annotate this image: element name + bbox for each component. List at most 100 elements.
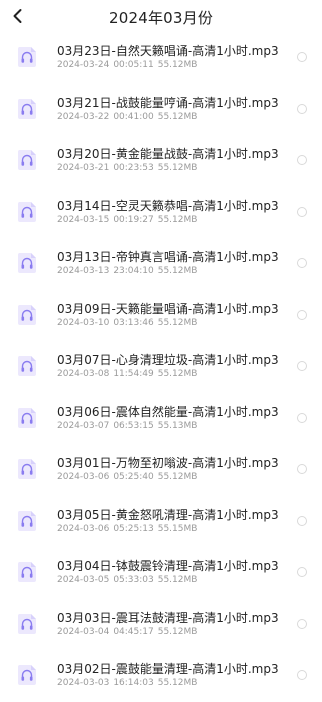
file-size: 55.12MB bbox=[157, 214, 198, 225]
file-date: 2024-03-06 bbox=[57, 472, 110, 482]
file-name: 03月07日-心身清理垃圾-高清1小时.mp3 bbox=[57, 353, 279, 367]
file-date: 2024-03-13 bbox=[57, 266, 110, 276]
file-name: 03月20日-黄金能量战鼓-高清1小时.mp3 bbox=[57, 147, 279, 161]
file-size: 55.13MB bbox=[157, 420, 198, 431]
file-name: 03月03日-震耳法鼓清理-高清1小时.mp3 bbox=[57, 610, 279, 625]
file-date: 2024-03-24 bbox=[57, 60, 110, 70]
file-meta: 2024-03-07 06:53:15 55.13MB bbox=[57, 421, 297, 431]
file-size: 55.12MB bbox=[157, 678, 198, 688]
file-duration: 00:41:00 bbox=[113, 111, 154, 122]
file-date: 2024-03-08 bbox=[57, 369, 110, 379]
file-size: 55.12MB bbox=[157, 111, 198, 122]
file-row[interactable]: 03月21日-战鼓能量哼诵-高清1小时.mp3 2024-03-22 00:41:0… bbox=[0, 84, 322, 136]
file-duration: 00:23:53 bbox=[113, 163, 154, 173]
file-name: 03月21日-战鼓能量哼诵-高清1小时.mp3 bbox=[57, 95, 279, 110]
file-duration: 11:54:49 bbox=[113, 369, 154, 379]
file-date: 2024-03-21 bbox=[57, 163, 110, 173]
select-radio[interactable] bbox=[297, 361, 307, 371]
file-name: 03月14日-空灵天籁恭唱-高清1小时.mp3 bbox=[57, 198, 279, 213]
file-duration: 06:53:15 bbox=[113, 420, 154, 431]
select-radio[interactable] bbox=[297, 567, 307, 577]
file-row[interactable]: 03月01日-万物至初嗡波-高清1小时.mp3 2024-03-06 05:25:4… bbox=[0, 444, 322, 496]
audio-file-icon bbox=[17, 510, 36, 531]
audio-file-icon bbox=[17, 665, 36, 685]
file-size: 55.12MB bbox=[157, 575, 198, 585]
file-list: 03月23日-自然天籁唱诵-高清1小时.mp3 2024-03-24 00:05:1… bbox=[0, 32, 322, 702]
file-meta: 2024-03-05 05:33:03 55.12MB bbox=[57, 575, 297, 585]
file-size: 55.12MB bbox=[157, 163, 198, 173]
audio-file-icon bbox=[17, 407, 36, 428]
file-date: 2024-03-15 bbox=[57, 214, 110, 225]
file-name: 03月02日-震鼓能量清理-高清1小时.mp3 bbox=[57, 662, 279, 676]
file-row[interactable]: 03月06日-震体自然能量-高清1小时.mp3 2024-03-07 06:53:1… bbox=[0, 393, 322, 445]
file-duration: 05:25:13 bbox=[113, 523, 154, 534]
audio-file-icon bbox=[17, 98, 36, 119]
file-duration: 00:05:11 bbox=[113, 60, 154, 70]
file-meta: 2024-03-15 00:19:27 55.12MB bbox=[57, 215, 297, 225]
file-row[interactable]: 03月13日-帝钟真言唱诵-高清1小时.mp3 2024-03-13 23:04:1… bbox=[0, 238, 322, 290]
file-row[interactable]: 03月03日-震耳法鼓清理-高清1小时.mp3 2024-03-04 04:45:1… bbox=[0, 599, 322, 651]
audio-file-icon bbox=[17, 562, 36, 582]
file-row[interactable]: 03月04日-钵鼓震铃清理-高清1小时.mp3 2024-03-05 05:33:0… bbox=[0, 547, 322, 599]
file-duration: 16:14:03 bbox=[113, 678, 154, 688]
file-row[interactable]: 03月14日-空灵天籁恭唱-高清1小时.mp3 2024-03-15 00:19:2… bbox=[0, 187, 322, 239]
select-radio[interactable] bbox=[297, 515, 307, 526]
file-name: 03月23日-自然天籁唱诵-高清1小时.mp3 bbox=[57, 44, 279, 58]
audio-file-icon bbox=[17, 253, 36, 273]
file-size: 55.15MB bbox=[157, 523, 198, 534]
file-meta: 2024-03-06 05:25:13 55.15MB bbox=[57, 524, 297, 534]
file-duration: 05:33:03 bbox=[113, 575, 154, 585]
file-name: 03月09日-天籁能量唱诵-高清1小时.mp3 bbox=[57, 301, 279, 316]
select-radio[interactable] bbox=[297, 309, 307, 320]
header: 2024年03月份 bbox=[0, 0, 322, 32]
file-name: 03月05日-黄金怒吼清理-高清1小时.mp3 bbox=[57, 507, 279, 522]
file-date: 2024-03-06 bbox=[57, 523, 110, 534]
select-radio[interactable] bbox=[297, 206, 307, 217]
file-meta: 2024-03-04 04:45:17 55.12MB bbox=[57, 627, 297, 637]
file-row[interactable]: 03月02日-震鼓能量清理-高清1小时.mp3 2024-03-03 16:14:0… bbox=[0, 650, 322, 702]
file-meta: 2024-03-06 05:25:40 55.12MB bbox=[57, 472, 297, 482]
select-radio[interactable] bbox=[297, 670, 307, 680]
audio-file-icon bbox=[17, 356, 36, 376]
select-radio[interactable] bbox=[297, 258, 307, 268]
file-duration: 03:13:46 bbox=[113, 317, 154, 328]
select-radio[interactable] bbox=[297, 618, 307, 629]
file-date: 2024-03-03 bbox=[57, 678, 110, 688]
file-duration: 00:19:27 bbox=[113, 214, 154, 225]
page-title: 2024年03月份 bbox=[108, 9, 214, 27]
file-size: 55.12MB bbox=[157, 472, 198, 482]
file-meta: 2024-03-08 11:54:49 55.12MB bbox=[57, 369, 297, 379]
file-size: 55.12MB bbox=[157, 369, 198, 379]
file-meta: 2024-03-22 00:41:00 55.12MB bbox=[57, 112, 297, 122]
file-meta: 2024-03-21 00:23:53 55.12MB bbox=[57, 163, 297, 173]
audio-file-icon bbox=[17, 150, 36, 170]
select-radio[interactable] bbox=[297, 464, 307, 474]
audio-file-icon bbox=[17, 304, 36, 325]
file-duration: 23:04:10 bbox=[113, 266, 154, 276]
file-name: 03月04日-钵鼓震铃清理-高清1小时.mp3 bbox=[57, 559, 279, 573]
file-meta: 2024-03-03 16:14:03 55.12MB bbox=[57, 678, 297, 688]
file-row[interactable]: 03月07日-心身清理垃圾-高清1小时.mp3 2024-03-08 11:54:4… bbox=[0, 341, 322, 393]
file-name: 03月13日-帝钟真言唱诵-高清1小时.mp3 bbox=[57, 250, 279, 264]
file-row[interactable]: 03月23日-自然天籁唱诵-高清1小时.mp3 2024-03-24 00:05:1… bbox=[0, 32, 322, 84]
select-radio[interactable] bbox=[297, 52, 307, 62]
file-name: 03月06日-震体自然能量-高清1小时.mp3 bbox=[57, 404, 279, 419]
file-row[interactable]: 03月20日-黄金能量战鼓-高清1小时.mp3 2024-03-21 00:23:5… bbox=[0, 135, 322, 187]
file-date: 2024-03-07 bbox=[57, 420, 110, 431]
file-duration: 05:25:40 bbox=[113, 472, 154, 482]
file-meta: 2024-03-24 00:05:11 55.12MB bbox=[57, 60, 297, 70]
file-meta: 2024-03-13 23:04:10 55.12MB bbox=[57, 266, 297, 276]
file-size: 55.12MB bbox=[157, 626, 198, 637]
file-size: 55.12MB bbox=[157, 266, 198, 276]
select-radio[interactable] bbox=[297, 412, 307, 423]
select-radio[interactable] bbox=[297, 155, 307, 165]
file-date: 2024-03-04 bbox=[57, 626, 110, 637]
audio-file-icon bbox=[17, 47, 36, 67]
file-name: 03月01日-万物至初嗡波-高清1小时.mp3 bbox=[57, 456, 279, 470]
file-row[interactable]: 03月05日-黄金怒吼清理-高清1小时.mp3 2024-03-06 05:25:1… bbox=[0, 496, 322, 548]
file-row[interactable]: 03月09日-天籁能量唱诵-高清1小时.mp3 2024-03-10 03:13:4… bbox=[0, 290, 322, 342]
select-radio[interactable] bbox=[297, 103, 307, 114]
file-date: 2024-03-10 bbox=[57, 317, 110, 328]
audio-file-icon bbox=[17, 201, 36, 222]
audio-file-icon bbox=[17, 613, 36, 634]
